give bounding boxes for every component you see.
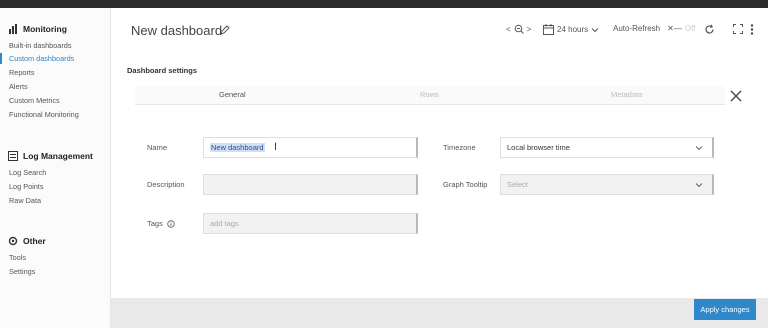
time-forward-button[interactable]: > (527, 25, 532, 34)
section-title: Log Management (23, 151, 93, 161)
zoom-out-icon[interactable] (514, 24, 524, 34)
chevron-down-icon (591, 27, 599, 32)
auto-refresh-value: Off (684, 24, 696, 33)
description-field[interactable] (203, 174, 418, 195)
panel-title: Dashboard settings (127, 66, 198, 75)
graph-tooltip-label: Graph Tooltip (443, 180, 488, 189)
timezone-label: Timezone (443, 143, 476, 152)
more-vertical-icon[interactable] (750, 24, 754, 35)
auto-refresh-clear-icon[interactable]: ✕— (667, 24, 682, 33)
auto-refresh-label: Auto-Refresh (613, 24, 661, 33)
sidebar-section-monitoring[interactable]: Monitoring (8, 24, 67, 34)
tab-general[interactable]: General (219, 90, 246, 99)
tags-label-group: Tags (147, 219, 175, 228)
close-icon[interactable] (730, 90, 742, 102)
edit-pencil-icon[interactable] (220, 25, 230, 35)
sidebar-item-reports[interactable]: Reports (9, 68, 35, 77)
sidebar-item-settings[interactable]: Settings (9, 267, 35, 276)
sidebar-item-tools[interactable]: Tools (9, 253, 26, 262)
section-title: Other (23, 236, 46, 246)
calendar-icon (543, 24, 554, 35)
name-field[interactable]: New dashboard I (203, 137, 418, 158)
timezone-select[interactable]: Local browser time (500, 137, 714, 158)
dashboard-settings-panel: Dashboard settings General Rows Metadata… (111, 56, 768, 298)
fullscreen-icon[interactable] (733, 24, 743, 34)
gear-icon (8, 236, 18, 246)
refresh-icon[interactable] (704, 24, 715, 35)
time-back-button[interactable]: < (506, 25, 511, 34)
sidebar: Monitoring Built-in dashboards Custom da… (0, 8, 111, 328)
chevron-down-icon (695, 146, 703, 151)
name-label: Name (147, 143, 168, 152)
tags-input[interactable]: add tags (203, 213, 418, 234)
sidebar-item-custom-metrics[interactable]: Custom Metrics (9, 96, 60, 105)
sidebar-item-log-points[interactable]: Log Points (9, 182, 43, 191)
sidebar-section-log-management[interactable]: Log Management (8, 151, 93, 161)
panel-footer (111, 298, 768, 328)
settings-tabs: General Rows Metadata (135, 86, 725, 105)
sidebar-section-other[interactable]: Other (8, 236, 46, 246)
time-range-value: 24 hours (557, 25, 589, 34)
info-icon[interactable] (167, 219, 175, 228)
log-icon (8, 151, 18, 161)
name-value: New dashboard (210, 143, 265, 152)
graph-tooltip-placeholder: Select (507, 180, 528, 189)
sidebar-item-alerts[interactable]: Alerts (9, 82, 28, 91)
chevron-down-icon (695, 183, 703, 188)
section-title: Monitoring (23, 24, 67, 34)
active-indicator (0, 53, 2, 64)
apply-changes-button[interactable]: Apply changes (694, 299, 756, 320)
sidebar-item-raw-data[interactable]: Raw Data (9, 196, 41, 205)
tags-label: Tags (147, 219, 163, 228)
sidebar-item-built-in-dashboards[interactable]: Built-in dashboards (9, 41, 71, 50)
graph-tooltip-select[interactable]: Select (500, 174, 714, 195)
tab-metadata[interactable]: Metadata (611, 90, 642, 99)
sidebar-item-functional-monitoring[interactable]: Functional Monitoring (9, 110, 79, 119)
dashboard-title[interactable]: New dashboard (131, 23, 222, 38)
description-label: Description (147, 180, 185, 189)
dashboard-header: New dashboard < > 24 hours Auto-Refresh … (111, 8, 768, 56)
bar-chart-icon (9, 24, 17, 34)
time-navigation: < > (506, 24, 531, 34)
sidebar-item-log-search[interactable]: Log Search (9, 168, 46, 177)
sidebar-item-custom-dashboards[interactable]: Custom dashboards (9, 54, 74, 63)
tags-placeholder: add tags (210, 219, 239, 228)
auto-refresh-control[interactable]: Auto-Refresh ✕— Off (613, 24, 695, 33)
timezone-value: Local browser time (507, 143, 570, 152)
tab-rows[interactable]: Rows (420, 90, 439, 99)
text-cursor-icon: I (274, 141, 278, 153)
time-range-picker[interactable]: 24 hours (543, 24, 599, 35)
app-window: Monitoring Built-in dashboards Custom da… (0, 8, 768, 328)
